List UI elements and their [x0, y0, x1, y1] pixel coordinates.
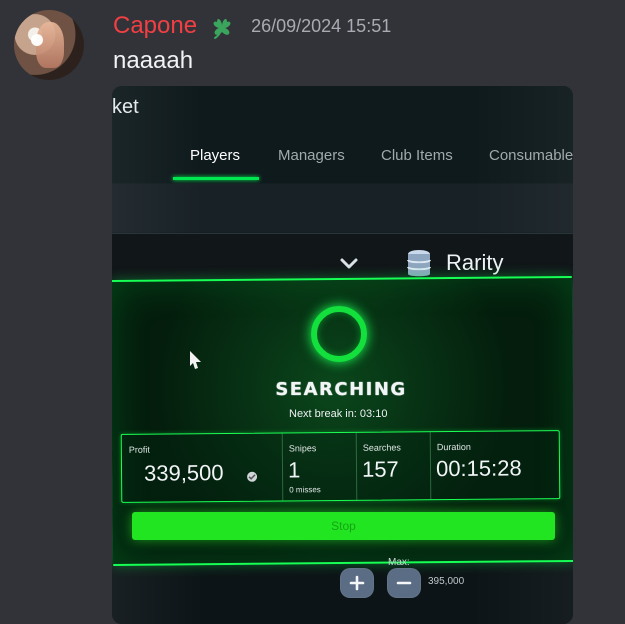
decrease-button[interactable] [387, 568, 421, 598]
avatar[interactable] [14, 10, 84, 80]
stat-label: Snipes [288, 443, 317, 454]
chevron-down-icon[interactable] [338, 252, 360, 274]
stat-value: 339,500 [143, 460, 224, 486]
stop-button[interactable]: Stop [132, 512, 555, 540]
stat-snipes: Snipes 1 0 misses [281, 432, 358, 501]
stat-searches: Searches 157 [355, 432, 432, 500]
next-break-text: Next break in: 03:10 [289, 408, 388, 420]
clover-icon [205, 12, 239, 40]
status-title: SEARCHING [275, 379, 407, 400]
max-label: Max: [388, 557, 410, 568]
message-text: naaaah [113, 47, 194, 74]
discord-message: Capone 26/09/2024 15:51 naaaah ket Playe… [0, 0, 625, 624]
active-tab-indicator [173, 177, 259, 180]
image-attachment[interactable]: ket Players Managers Club Items Consumab… [112, 86, 573, 624]
stat-value: 00:15:28 [435, 455, 522, 482]
cursor-icon [188, 350, 204, 370]
tab-managers[interactable]: Managers [278, 147, 345, 164]
stat-value: 1 [287, 457, 301, 483]
tabs-bar: Players Managers Club Items Consumables [173, 141, 573, 187]
rarity-label[interactable]: Rarity [446, 250, 503, 276]
stats-box: Profit 339,500 Snipes 1 0 misses Searche… [120, 430, 561, 503]
coin-icon [246, 468, 258, 482]
username[interactable]: Capone [113, 12, 197, 40]
plus-icon [349, 575, 365, 591]
stat-label: Duration [436, 441, 471, 453]
avatar-highlight [31, 34, 43, 46]
tab-club-items[interactable]: Club Items [381, 147, 453, 164]
database-icon [403, 248, 435, 280]
stat-label: Profit [128, 444, 150, 455]
stat-profit: Profit 339,500 [121, 433, 284, 502]
minus-icon [396, 581, 412, 585]
message-timestamp: 26/09/2024 15:51 [251, 15, 392, 36]
max-value: 395,000 [428, 576, 465, 587]
tab-consumables[interactable]: Consumables [489, 147, 573, 164]
increase-button[interactable] [340, 568, 374, 598]
stat-value: 157 [361, 456, 399, 482]
stat-duration: Duration 00:15:28 [430, 431, 560, 499]
loading-spinner [311, 306, 367, 362]
tab-players[interactable]: Players [190, 147, 240, 164]
stat-subtext: 0 misses [289, 485, 321, 495]
stat-label: Searches [362, 442, 401, 453]
app-title: ket [112, 96, 139, 118]
message-header: Capone 26/09/2024 15:51 [113, 11, 391, 41]
